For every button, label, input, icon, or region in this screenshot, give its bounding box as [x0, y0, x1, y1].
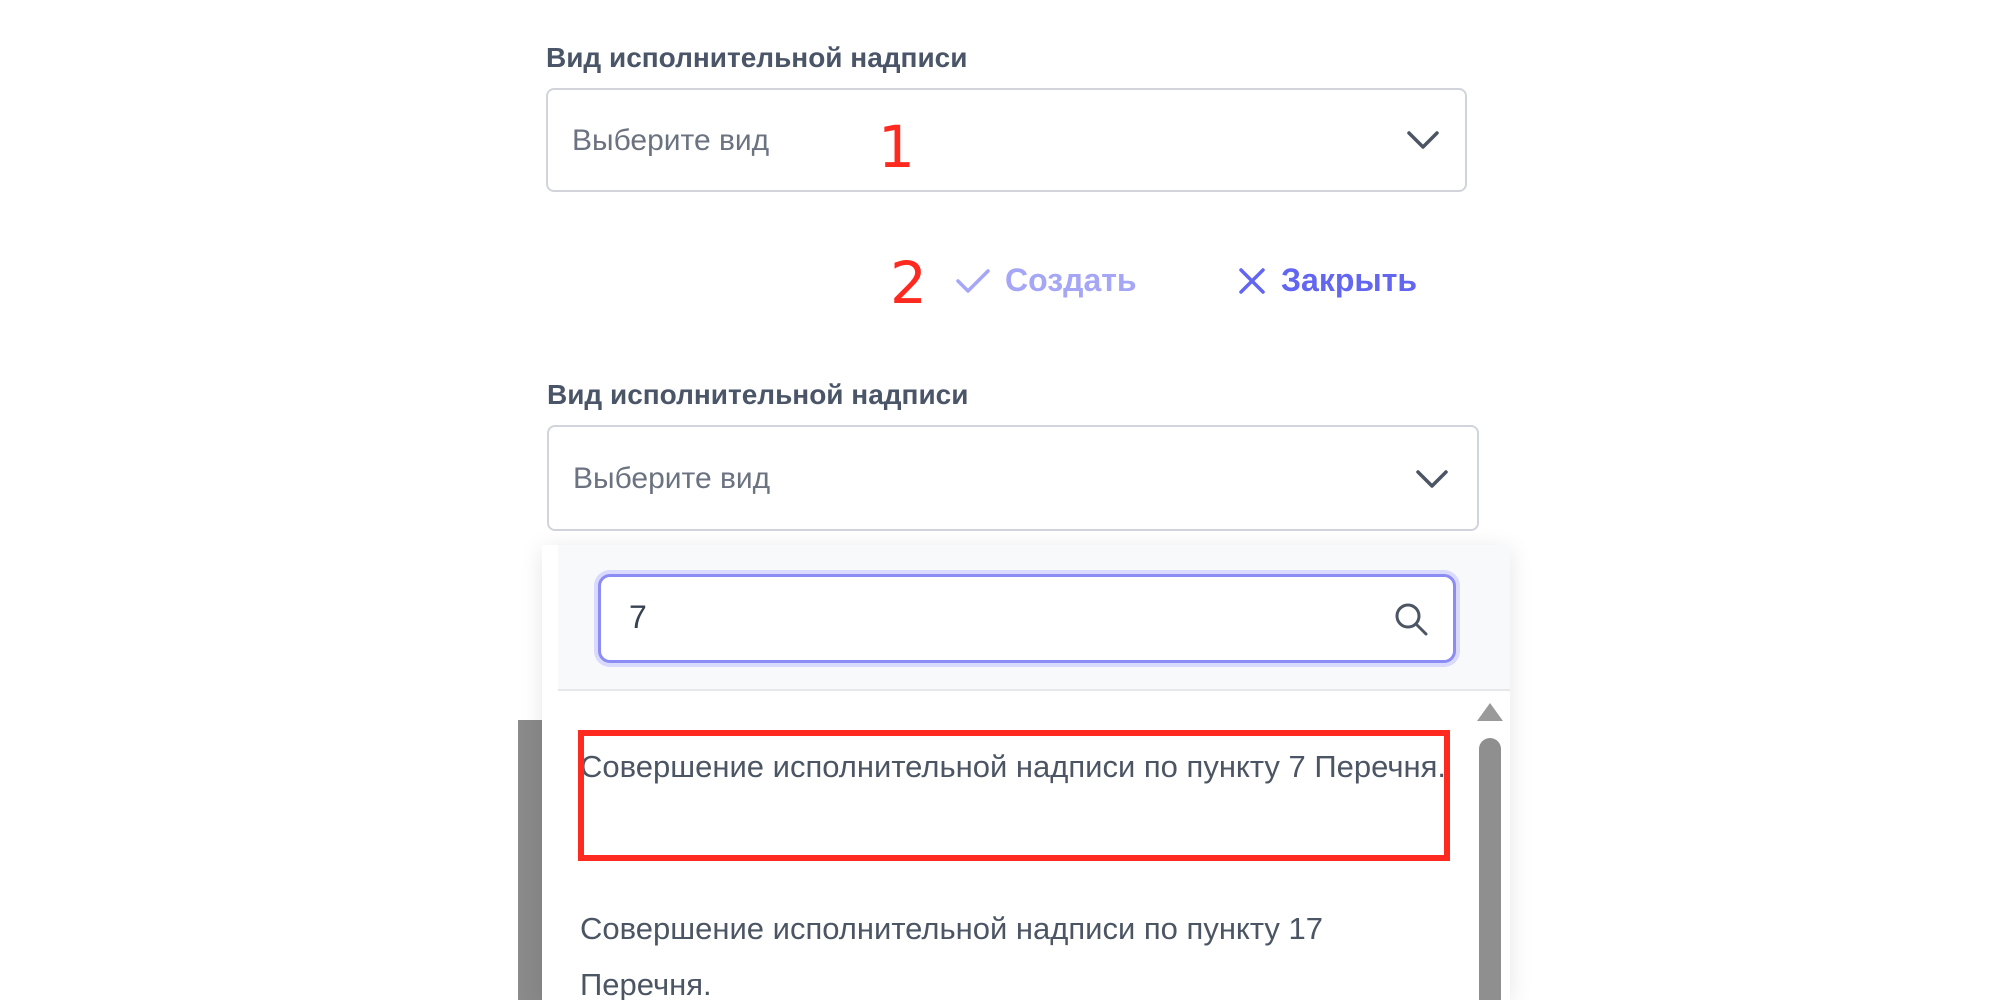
chevron-down-icon — [1407, 131, 1439, 149]
dropdown-option[interactable]: Совершение исполнительной надписи по пун… — [580, 901, 1452, 1000]
dropdown-search-input[interactable]: 7 — [598, 574, 1456, 663]
chevron-down-icon — [1416, 470, 1448, 488]
field-label-bottom: Вид исполнительной надписи — [547, 379, 969, 410]
create-button[interactable]: Создать — [955, 262, 1137, 299]
dropdown-divider — [558, 689, 1510, 691]
check-icon — [956, 268, 990, 293]
close-button-label: Закрыть — [1281, 262, 1418, 298]
close-icon — [1239, 267, 1265, 294]
scroll-up-arrow[interactable] — [1477, 703, 1503, 721]
dropdown-option[interactable]: Совершение исполнительной надписи по пун… — [580, 739, 1452, 795]
close-button[interactable]: Закрыть — [1237, 262, 1417, 299]
backdrop-overlay — [518, 720, 542, 1000]
annotation-marker-1: 1 — [878, 113, 915, 181]
dropdown-panel: 7 Совершение исполнительной надписи по п… — [542, 545, 1510, 1000]
select-placeholder: Выберите вид — [573, 462, 771, 495]
create-button-label: Создать — [1005, 262, 1137, 298]
document-type-select-top[interactable]: Выберите вид — [546, 88, 1467, 192]
search-input-value: 7 — [629, 599, 647, 635]
annotation-marker-2: 2 — [890, 249, 927, 317]
document-type-select-bottom[interactable]: Выберите вид — [547, 425, 1479, 531]
screenshot-canvas: Вид исполнительной надписи Выберите вид … — [0, 0, 2000, 1000]
field-label-top: Вид исполнительной надписи — [546, 42, 968, 73]
search-icon[interactable] — [1393, 601, 1429, 637]
select-placeholder: Выберите вид — [572, 124, 770, 157]
scrollbar-thumb[interactable] — [1479, 738, 1501, 1000]
